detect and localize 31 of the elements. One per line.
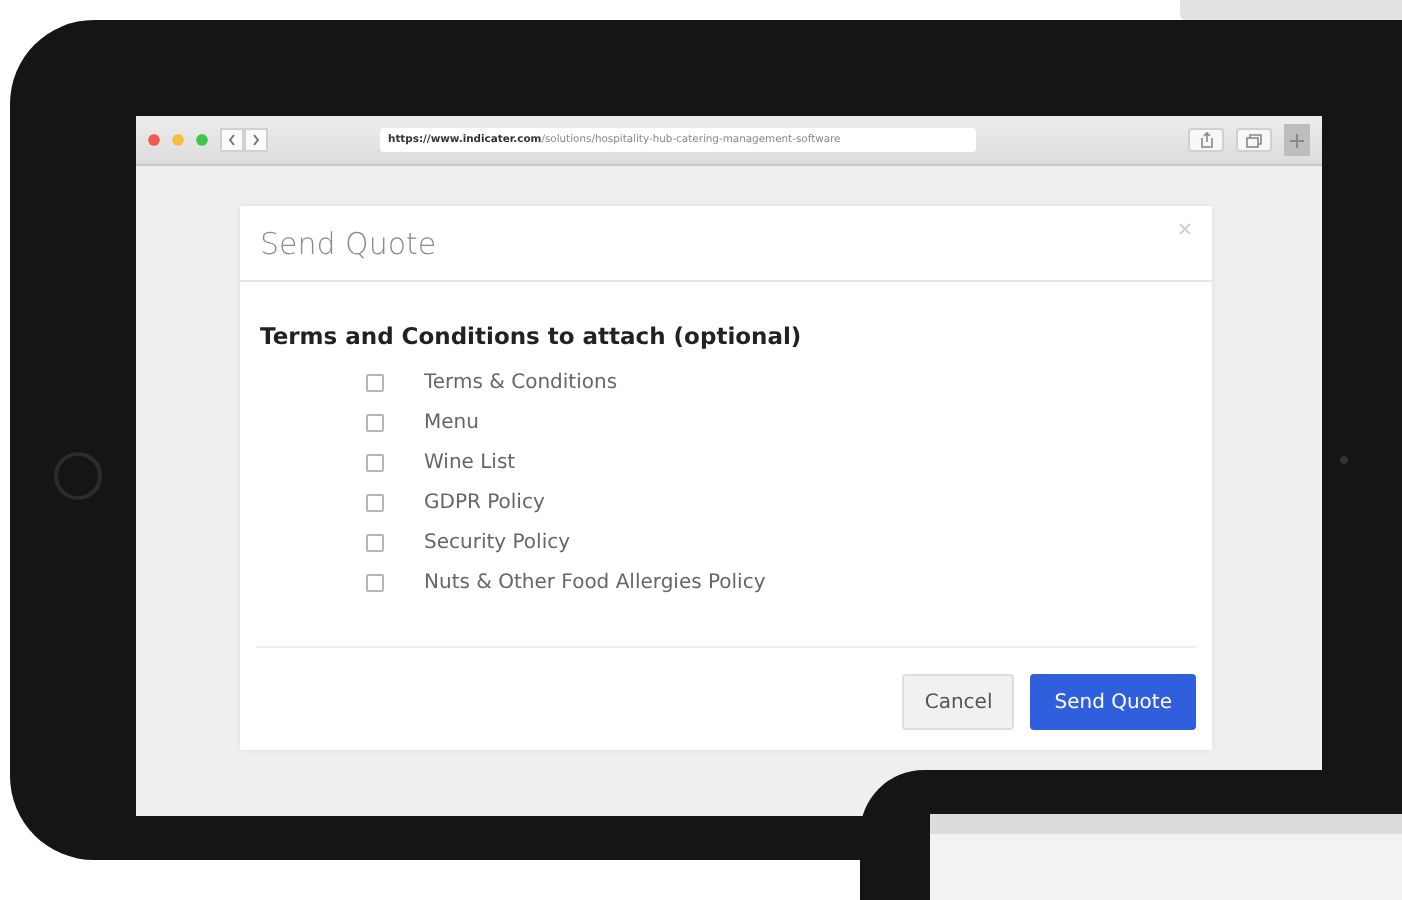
close-button[interactable] [1178, 222, 1192, 236]
checkbox[interactable] [366, 493, 384, 511]
plus-icon [1290, 133, 1304, 147]
forward-icon [252, 134, 260, 146]
checkbox-label: Security Policy [424, 531, 571, 553]
checkbox[interactable] [366, 533, 384, 551]
home-button[interactable] [54, 452, 102, 500]
minimize-window-icon[interactable] [172, 134, 184, 146]
section-heading: Terms and Conditions to attach (optional) [260, 322, 804, 350]
dialog-title: Send Quote [260, 226, 437, 262]
tabs-icon [1246, 133, 1262, 147]
checkbox-label: Terms & Conditions [424, 371, 618, 393]
back-icon [228, 134, 236, 146]
checkbox-label: GDPR Policy [424, 491, 545, 513]
send-quote-button[interactable]: Send Quote [1030, 674, 1196, 730]
maximize-window-icon[interactable] [196, 134, 208, 146]
close-window-icon[interactable] [148, 134, 160, 146]
checkbox[interactable] [366, 453, 384, 471]
back-button[interactable] [220, 128, 244, 152]
checkbox[interactable] [366, 413, 384, 431]
checkbox[interactable] [366, 373, 384, 391]
forward-button[interactable] [244, 128, 268, 152]
new-tab-button[interactable] [1284, 124, 1310, 156]
tabs-button[interactable] [1236, 128, 1272, 152]
share-button[interactable] [1188, 128, 1224, 152]
checkbox-label: Nuts & Other Food Allergies Policy [424, 571, 766, 593]
share-icon [1199, 132, 1213, 148]
checkbox-label: Menu [424, 411, 479, 433]
checkbox[interactable] [366, 573, 384, 591]
cancel-button[interactable]: Cancel [902, 674, 1015, 730]
checkbox-label: Wine List [424, 451, 516, 473]
